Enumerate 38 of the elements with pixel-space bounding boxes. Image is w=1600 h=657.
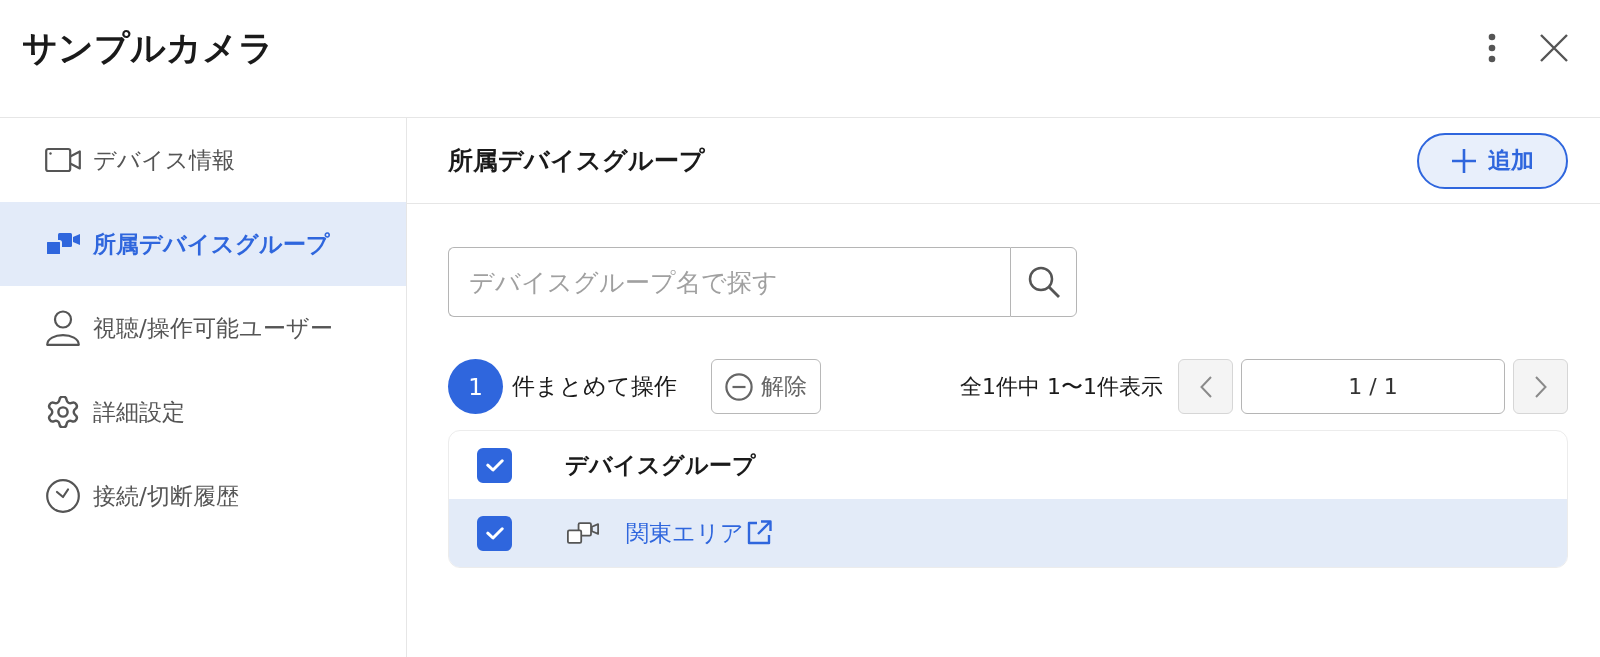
select-all-checkbox[interactable] bbox=[477, 447, 512, 483]
clock-icon bbox=[46, 479, 80, 513]
sidebar-item[interactable]: デバイス情報 bbox=[0, 118, 406, 202]
group-link[interactable]: 関東エリア bbox=[626, 517, 772, 549]
search-field[interactable]: デバイスグループ名で探す bbox=[448, 247, 1010, 317]
bulk-action-label: 件まとめて操作 bbox=[512, 372, 677, 401]
window-title: サンプルカメラ bbox=[22, 27, 274, 70]
count-badge: 1 bbox=[448, 359, 503, 414]
pagination-summary: 全1件中 1〜1件表示 bbox=[960, 372, 1163, 401]
plus-icon bbox=[1451, 148, 1476, 173]
search-button[interactable] bbox=[1010, 247, 1077, 317]
column-header: デバイスグループ bbox=[565, 450, 756, 480]
check-icon bbox=[485, 526, 504, 540]
check-icon bbox=[485, 458, 504, 472]
chevron-right-icon bbox=[1534, 375, 1547, 398]
more-options-icon bbox=[1488, 33, 1496, 63]
more-options-button[interactable] bbox=[1488, 33, 1496, 63]
sidebar-item[interactable]: 視聴/操作可能ユーザー bbox=[0, 286, 406, 370]
row-checkbox[interactable] bbox=[477, 515, 512, 551]
add-button[interactable]: 追加 bbox=[1417, 132, 1568, 189]
close-button[interactable] bbox=[1540, 34, 1568, 62]
clear-button[interactable]: 解除 bbox=[711, 359, 821, 414]
sidebar-item[interactable]: 詳細設定 bbox=[0, 370, 406, 454]
close-icon bbox=[1540, 34, 1568, 62]
device-group-icon bbox=[45, 232, 81, 256]
device-group-icon bbox=[567, 522, 599, 544]
sidebar-item[interactable]: 接続/切断履歴 bbox=[0, 454, 406, 538]
user-icon bbox=[46, 310, 80, 346]
panel-title: 所属デバイスグループ bbox=[448, 145, 705, 177]
sidebar-item[interactable]: 所属デバイスグループ bbox=[0, 202, 406, 286]
external-link-icon bbox=[746, 520, 772, 546]
table-row[interactable]: 関東エリア bbox=[449, 499, 1567, 567]
page-field[interactable]: 1 / 1 bbox=[1241, 359, 1505, 414]
chevron-left-icon bbox=[1199, 375, 1212, 398]
settings-icon bbox=[47, 396, 79, 428]
search-icon bbox=[1027, 266, 1060, 298]
video-camera-icon bbox=[45, 147, 81, 173]
minus-circle-icon bbox=[725, 372, 753, 401]
